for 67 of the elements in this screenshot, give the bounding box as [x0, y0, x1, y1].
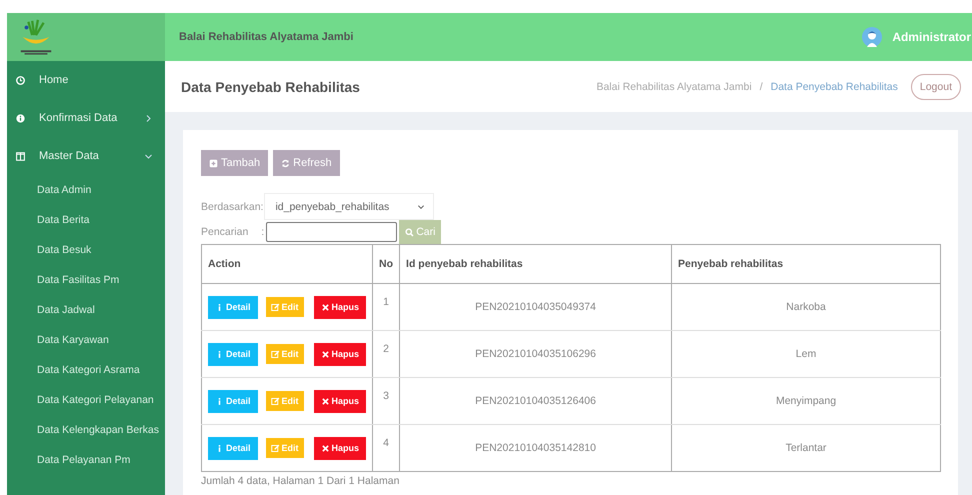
delete-button[interactable]: Hapus	[314, 436, 366, 460]
sidebar-subitem[interactable]: Data Admin	[7, 175, 163, 205]
columns-icon	[16, 152, 25, 160]
column-header: Action	[202, 244, 373, 284]
breadcrumb-link[interactable]: Data Penyebab Rehabilitas	[770, 80, 898, 92]
table-cell: PEN20210104035126406	[400, 378, 672, 424]
filter-dropdown[interactable]: id_penyebab_rehabilitas	[264, 193, 434, 220]
detail-button[interactable]: Detail	[208, 296, 258, 318]
table-cell: Menyimpang	[672, 378, 940, 424]
search-icon	[405, 228, 414, 236]
chevron-down-icon	[417, 202, 426, 210]
sidebar-subitem[interactable]: Data Kategori Asrama	[7, 355, 163, 385]
edit-icon	[270, 396, 280, 406]
column-header: No	[372, 244, 400, 284]
search-field[interactable]	[266, 222, 398, 242]
table-cell: 3	[372, 378, 400, 424]
refresh-button[interactable]: Refresh	[273, 150, 340, 176]
detail-button[interactable]: Detail	[208, 390, 258, 412]
info-icon	[16, 114, 25, 122]
search-label: Pencarian	[201, 226, 248, 238]
cross-icon	[320, 396, 330, 406]
sidebar-item[interactable]: Home	[7, 61, 165, 99]
sidebar-subitem[interactable]: Data Fasilitas Pm	[7, 265, 163, 295]
delete-button[interactable]: Hapus	[314, 390, 366, 412]
clock-icon	[16, 76, 25, 84]
sidebar-item[interactable]: Master Data	[7, 137, 165, 175]
edit-icon	[270, 350, 280, 358]
sidebar-subitem[interactable]: Data Kategori Pelayanan	[7, 385, 163, 415]
detail-button[interactable]: Detail	[208, 342, 258, 366]
filter-label: Berdasarkan:	[201, 200, 264, 212]
delete-button[interactable]: Hapus	[314, 296, 366, 318]
detail-button[interactable]: Detail	[208, 436, 258, 460]
sidebar-subitem[interactable]: Data Karyawan	[7, 325, 163, 355]
table-cell: PEN20210104035142810	[400, 424, 672, 472]
sidebar-subitem[interactable]: Data Jadwal	[7, 295, 163, 325]
breadcrumb-link[interactable]: Balai Rehabilitas Alyatama Jambi	[596, 80, 752, 92]
sidebar-item[interactable]: Konfirmasi Data	[7, 99, 165, 137]
avatar-icon[interactable]	[862, 27, 882, 47]
column-header: Penyebab rehabilitas	[672, 244, 940, 284]
sidebar-subitem[interactable]: Data Besuk	[7, 235, 163, 265]
page-title: Data Penyebab Rehabilitas	[181, 78, 361, 94]
add-button[interactable]: Tambah	[201, 150, 268, 176]
sidebar-subitem[interactable]: Data Berita	[7, 205, 163, 235]
table-cell: Terlantar	[672, 424, 940, 472]
cross-icon	[320, 350, 330, 358]
cross-icon	[320, 444, 330, 452]
table-cell: 2	[372, 330, 400, 378]
pagination-summary: Jumlah 4 data, Halaman 1 Dari 1 Halaman	[201, 475, 400, 487]
column-header: Id penyebab rehabilitas	[400, 244, 672, 284]
logout-button[interactable]: Logout	[910, 74, 961, 100]
breadcrumb-separator: /	[760, 80, 763, 92]
table-cell: 4	[372, 424, 400, 472]
plus-square-icon	[209, 158, 218, 168]
table-cell: PEN20210104035049374	[400, 284, 672, 330]
table-cell: Lem	[672, 330, 940, 378]
table-cell: Narkoba	[672, 284, 940, 330]
edit-icon	[270, 302, 280, 312]
sidebar-subitem[interactable]: Data Kelengkapan Berkas	[7, 415, 163, 445]
refresh-icon	[281, 158, 290, 168]
delete-button[interactable]: Hapus	[314, 342, 366, 366]
sidebar-subitem[interactable]: Data Pelayanan Pm	[7, 445, 163, 475]
table-cell: 1	[372, 284, 400, 330]
edit-icon	[270, 444, 280, 452]
site-title: Balai Rehabilitas Alyatama Jambi	[179, 31, 354, 43]
cross-icon	[320, 302, 330, 312]
colon-text: :	[261, 226, 264, 238]
table-cell: PEN20210104035106296	[400, 330, 672, 378]
